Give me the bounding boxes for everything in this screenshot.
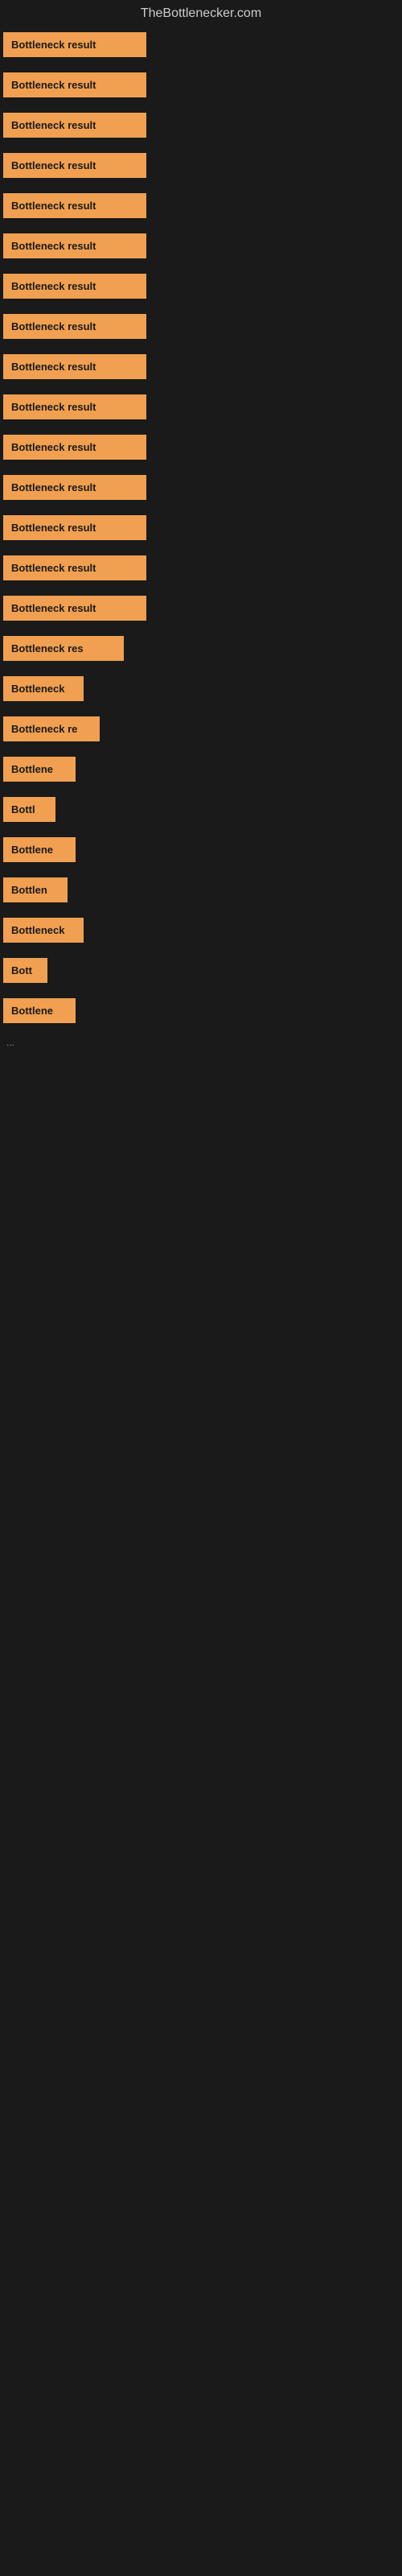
bottleneck-result-badge[interactable]: Bottleneck result <box>3 596 146 621</box>
bottleneck-result-badge[interactable]: Bottleneck result <box>3 354 146 379</box>
bottleneck-result-badge[interactable]: Bottleneck result <box>3 274 146 299</box>
bottleneck-row: Bottleneck result <box>0 591 402 630</box>
bottleneck-row: Bottleneck result <box>0 349 402 388</box>
bottleneck-row: Bottleneck result <box>0 229 402 267</box>
bottleneck-result-badge[interactable]: Bottleneck res <box>3 636 124 661</box>
bottleneck-row: Bottl <box>0 792 402 831</box>
bottleneck-row: Bottleneck result <box>0 108 402 147</box>
bottleneck-row: Bottleneck res <box>0 631 402 670</box>
bottleneck-result-badge[interactable]: Bottleneck result <box>3 435 146 460</box>
bottleneck-row: Bottleneck result <box>0 470 402 509</box>
bottleneck-result-badge[interactable]: Bottleneck result <box>3 555 146 580</box>
bottleneck-row: Bottleneck result <box>0 188 402 227</box>
bottleneck-row: Bott <box>0 953 402 992</box>
bottleneck-result-badge[interactable]: Bottleneck result <box>3 32 146 57</box>
bottleneck-row: Bottleneck <box>0 671 402 710</box>
bottleneck-result-badge[interactable]: Bottlene <box>3 837 76 862</box>
bottleneck-result-badge[interactable]: Bottleneck result <box>3 153 146 178</box>
bottleneck-row: Bottleneck re <box>0 712 402 750</box>
bottleneck-row: Bottleneck result <box>0 68 402 106</box>
bottleneck-result-badge[interactable]: Bottleneck result <box>3 475 146 500</box>
bottleneck-result-badge[interactable]: Bottleneck result <box>3 193 146 218</box>
bottleneck-row: Bottleneck result <box>0 551 402 589</box>
site-title: TheBottlenecker.com <box>0 0 402 27</box>
bottleneck-result-badge[interactable]: Bottl <box>3 797 55 822</box>
bottleneck-row: Bottleneck result <box>0 27 402 66</box>
bottleneck-row: Bottleneck result <box>0 269 402 308</box>
bottleneck-row: Bottleneck result <box>0 430 402 469</box>
bottleneck-result-badge[interactable]: Bottleneck result <box>3 394 146 419</box>
ellipsis-indicator: ... <box>0 1034 402 1051</box>
bottleneck-row: Bottleneck result <box>0 510 402 549</box>
bottleneck-result-badge[interactable]: Bottleneck re <box>3 716 100 741</box>
bottleneck-result-badge[interactable]: Bottlene <box>3 757 76 782</box>
bottleneck-row: Bottleneck result <box>0 309 402 348</box>
bottleneck-row: Bottlene <box>0 832 402 871</box>
bottleneck-row: Bottleneck <box>0 913 402 952</box>
bottleneck-result-badge[interactable]: Bott <box>3 958 47 983</box>
bottleneck-row: Bottlene <box>0 993 402 1032</box>
bottleneck-result-badge[interactable]: Bottleneck <box>3 918 84 943</box>
bottleneck-result-badge[interactable]: Bottleneck <box>3 676 84 701</box>
bottleneck-result-badge[interactable]: Bottleneck result <box>3 113 146 138</box>
bottleneck-row: Bottlen <box>0 873 402 911</box>
bottleneck-row: Bottleneck result <box>0 390 402 428</box>
bottleneck-result-badge[interactable]: Bottleneck result <box>3 233 146 258</box>
bottleneck-result-badge[interactable]: Bottlen <box>3 877 68 902</box>
bottleneck-result-badge[interactable]: Bottlene <box>3 998 76 1023</box>
bottleneck-row: Bottleneck result <box>0 148 402 187</box>
bottleneck-row: Bottlene <box>0 752 402 791</box>
bottleneck-result-badge[interactable]: Bottleneck result <box>3 72 146 97</box>
bottleneck-result-badge[interactable]: Bottleneck result <box>3 515 146 540</box>
bottleneck-result-badge[interactable]: Bottleneck result <box>3 314 146 339</box>
